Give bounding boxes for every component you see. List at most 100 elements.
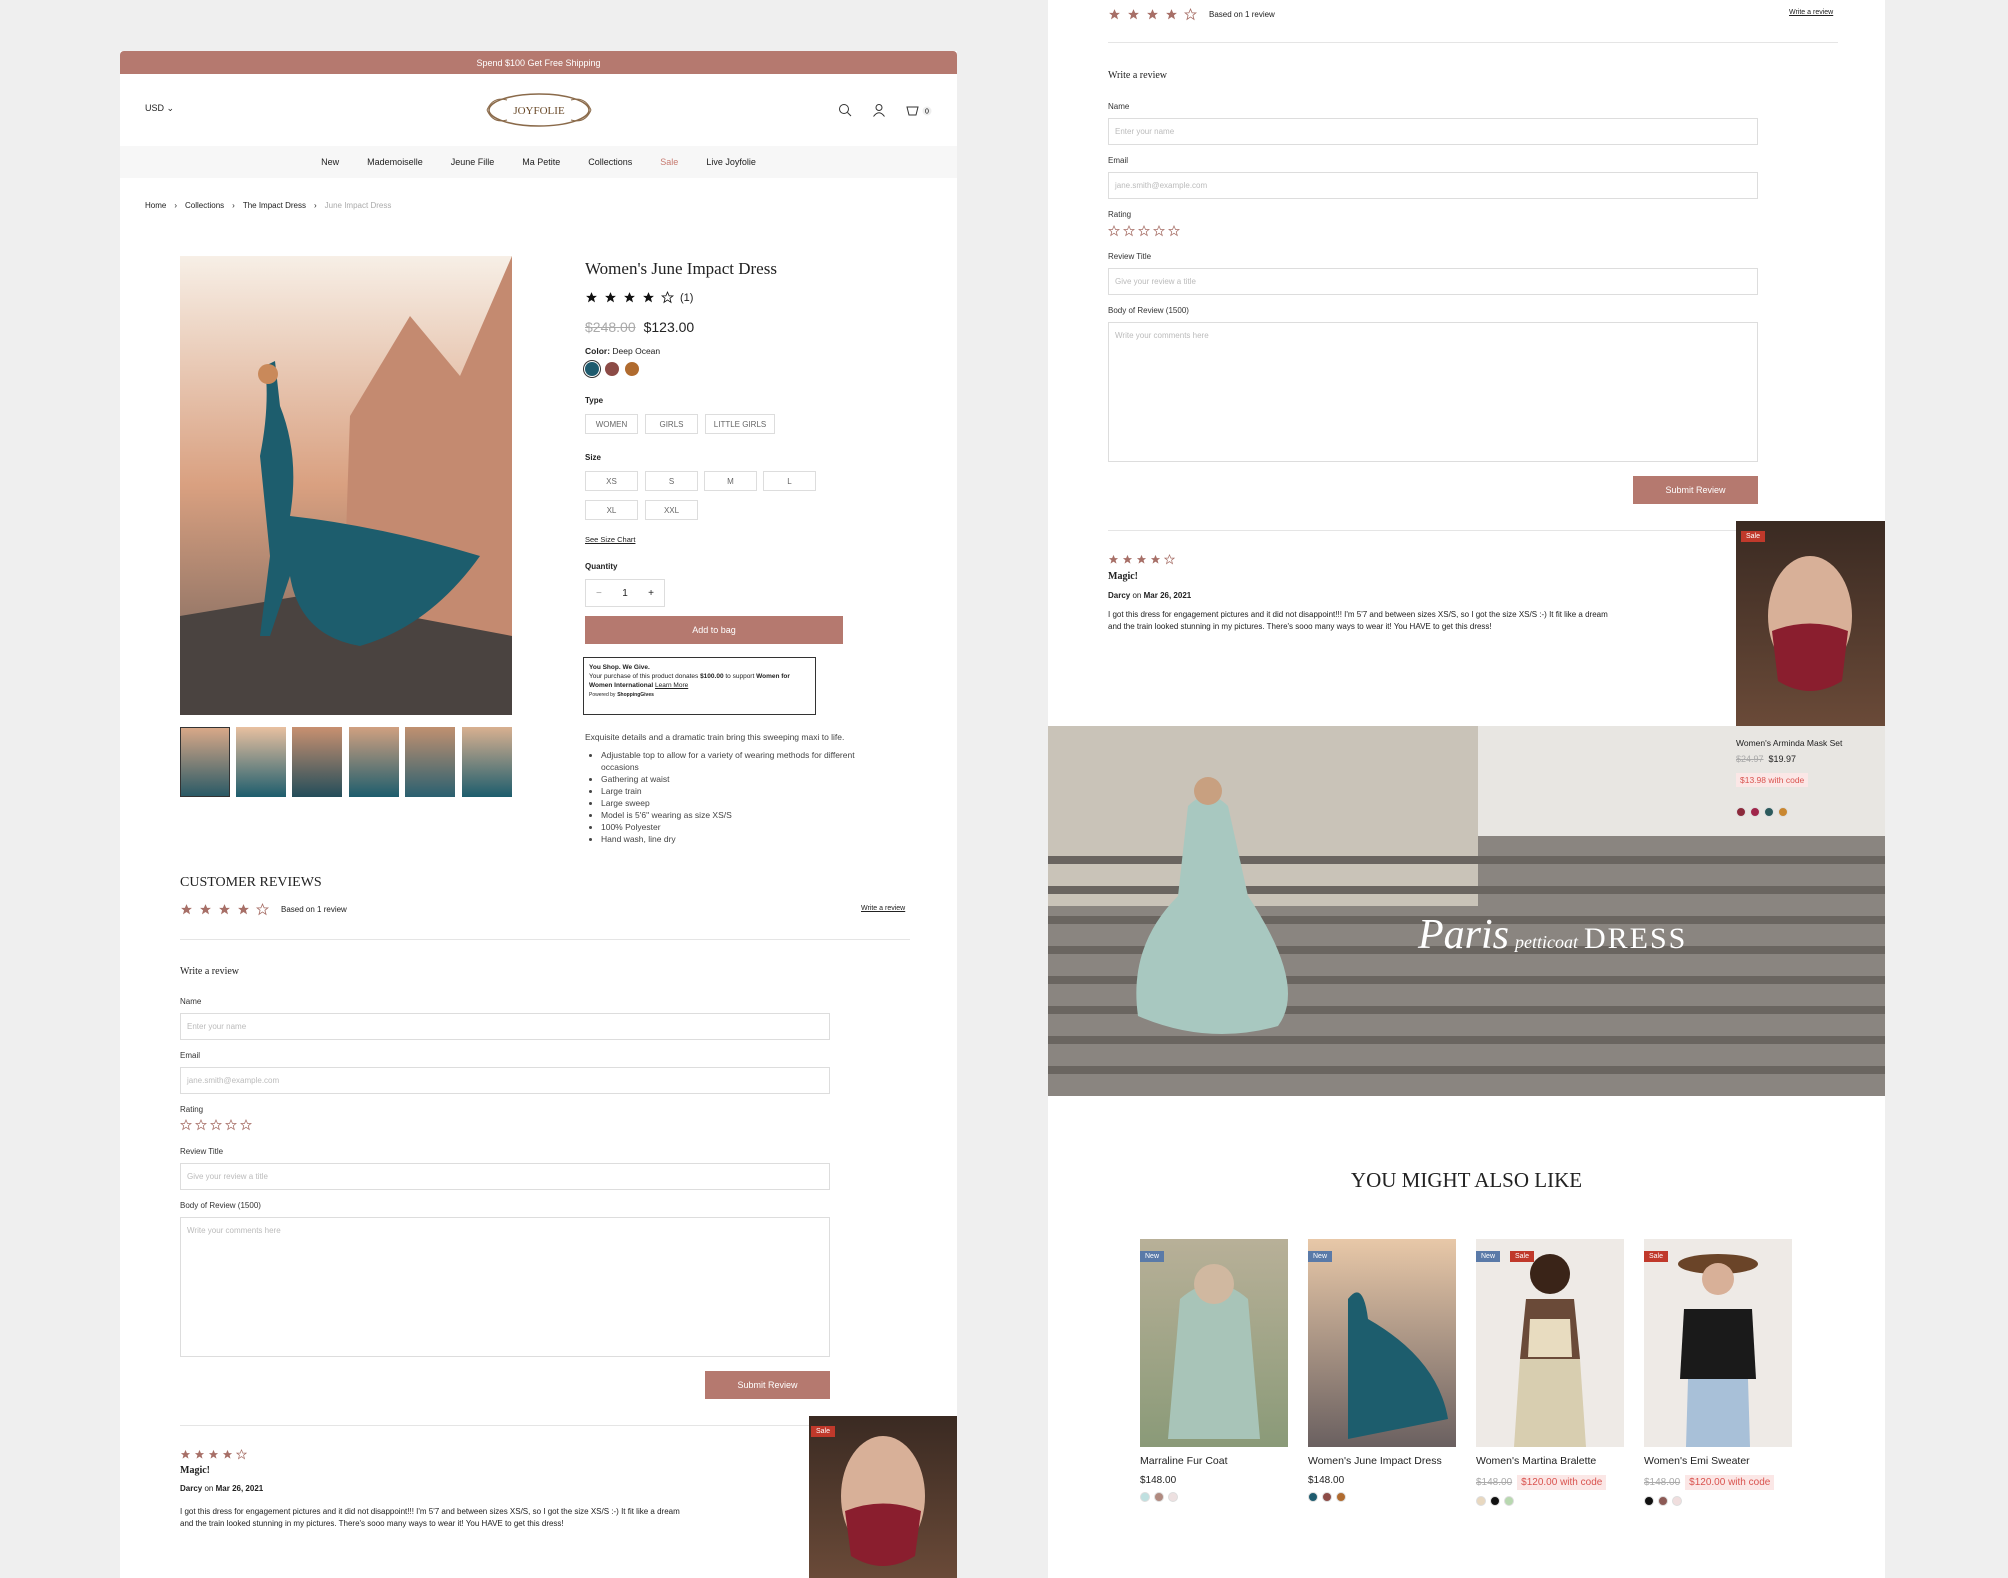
star-empty-icon[interactable] xyxy=(194,1118,208,1131)
name-field[interactable]: Enter your name xyxy=(180,1013,830,1040)
cart-icon[interactable]: 0 xyxy=(906,103,932,117)
color-swatch[interactable] xyxy=(1336,1492,1346,1502)
mask-product-card[interactable]: Sale xyxy=(1736,521,1885,726)
color-swatch[interactable] xyxy=(1504,1496,1514,1506)
minus-icon[interactable]: − xyxy=(596,588,602,599)
thumbnail[interactable] xyxy=(180,727,230,797)
email-field[interactable]: jane.smith@example.com xyxy=(180,1067,830,1094)
color-swatch[interactable] xyxy=(1658,1496,1668,1506)
learn-more-link[interactable]: Learn More xyxy=(655,682,688,689)
size-xxl-button[interactable]: XXL xyxy=(645,500,698,520)
logo[interactable]: JOYFOLIE xyxy=(483,90,595,130)
product-image[interactable]: New Sale xyxy=(1476,1239,1624,1447)
write-review-link[interactable]: Write a review xyxy=(1789,9,1833,16)
mask-product-image[interactable]: Sale xyxy=(1736,521,1885,726)
color-swatch[interactable] xyxy=(1764,807,1774,817)
color-swatch[interactable] xyxy=(1672,1496,1682,1506)
nav-jeune-fille[interactable]: Jeune Fille xyxy=(451,157,495,167)
star-empty-icon[interactable] xyxy=(224,1118,238,1131)
nav-mademoiselle[interactable]: Mademoiselle xyxy=(367,157,423,167)
type-girls-button[interactable]: GIRLS xyxy=(645,414,698,434)
star-filled-icon xyxy=(604,291,617,304)
quantity-value[interactable]: 1 xyxy=(622,588,628,599)
type-women-button[interactable]: WOMEN xyxy=(585,414,638,434)
color-swatch[interactable] xyxy=(1644,1496,1654,1506)
product-main-image[interactable] xyxy=(180,256,512,715)
product-card[interactable]: New Women's June Impact Dress $148.00 xyxy=(1308,1239,1456,1502)
product-image[interactable]: New xyxy=(1308,1239,1456,1447)
nav-sale[interactable]: Sale xyxy=(660,157,678,167)
star-empty-icon[interactable] xyxy=(179,1118,193,1131)
mask-product-popup-image[interactable]: Sale xyxy=(809,1416,957,1578)
star-empty-icon[interactable] xyxy=(1152,224,1166,237)
color-swatch[interactable] xyxy=(1476,1496,1486,1506)
product-rating[interactable]: (1) xyxy=(585,291,693,304)
review-body-field[interactable]: Write your comments here xyxy=(180,1217,830,1357)
star-empty-icon[interactable] xyxy=(209,1118,223,1131)
name-field[interactable]: Enter your name xyxy=(1108,118,1758,145)
product-name[interactable]: Marraline Fur Coat xyxy=(1140,1455,1288,1467)
thumbnail[interactable] xyxy=(349,727,399,797)
email-field[interactable]: jane.smith@example.com xyxy=(1108,172,1758,199)
color-swatch[interactable] xyxy=(625,362,639,376)
color-swatch[interactable] xyxy=(1154,1492,1164,1502)
product-image[interactable]: Sale xyxy=(1644,1239,1792,1447)
crumb-collections[interactable]: Collections xyxy=(185,201,224,210)
size-xs-button[interactable]: XS xyxy=(585,471,638,491)
banner-title: Paris petticoat DRESS xyxy=(1418,911,1687,959)
color-swatch-deep-ocean[interactable] xyxy=(585,362,599,376)
product-card[interactable]: New Sale Women's Martina Bralette $148.00… xyxy=(1476,1239,1624,1506)
size-l-button[interactable]: L xyxy=(763,471,816,491)
product-card[interactable]: New Marraline Fur Coat $148.00 xyxy=(1140,1239,1288,1502)
color-swatch[interactable] xyxy=(1308,1492,1318,1502)
review-body-field[interactable]: Write your comments here xyxy=(1108,322,1758,462)
crumb-impact-dress[interactable]: The Impact Dress xyxy=(243,201,306,210)
mask-product-name[interactable]: Women's Arminda Mask Set xyxy=(1736,738,1842,748)
color-swatch[interactable] xyxy=(1140,1492,1150,1502)
size-m-button[interactable]: M xyxy=(704,471,757,491)
thumbnail[interactable] xyxy=(462,727,512,797)
thumbnail[interactable] xyxy=(292,727,342,797)
nav-live-joyfolie[interactable]: Live Joyfolie xyxy=(706,157,756,167)
star-empty-icon[interactable] xyxy=(1107,224,1121,237)
star-empty-icon[interactable] xyxy=(1167,224,1181,237)
color-swatch[interactable] xyxy=(1490,1496,1500,1506)
submit-review-button[interactable]: Submit Review xyxy=(705,1371,830,1399)
product-card[interactable]: Sale Women's Emi Sweater $148.00 $120.00 … xyxy=(1644,1239,1792,1506)
color-swatch[interactable] xyxy=(1778,807,1788,817)
color-swatch[interactable] xyxy=(1736,807,1746,817)
currency-selector[interactable]: USD ⌄ xyxy=(145,103,174,114)
product-name[interactable]: Women's Emi Sweater xyxy=(1644,1455,1792,1467)
crumb-home[interactable]: Home xyxy=(145,201,166,210)
color-swatch[interactable] xyxy=(605,362,619,376)
color-swatch[interactable] xyxy=(1168,1492,1178,1502)
product-image[interactable]: New xyxy=(1140,1239,1288,1447)
plus-icon[interactable]: + xyxy=(648,588,654,599)
thumbnail[interactable] xyxy=(236,727,286,797)
submit-review-button[interactable]: Submit Review xyxy=(1633,476,1758,504)
account-icon[interactable] xyxy=(872,103,886,117)
star-empty-icon[interactable] xyxy=(239,1118,253,1131)
nav-new[interactable]: New xyxy=(321,157,339,167)
color-swatch[interactable] xyxy=(1322,1492,1332,1502)
size-s-button[interactable]: S xyxy=(645,471,698,491)
type-little-girls-button[interactable]: LITTLE GIRLS xyxy=(705,414,775,434)
add-to-bag-button[interactable]: Add to bag xyxy=(585,616,843,644)
product-name[interactable]: Women's June Impact Dress xyxy=(1308,1455,1456,1467)
color-swatch[interactable] xyxy=(1750,807,1760,817)
size-xl-button[interactable]: XL xyxy=(585,500,638,520)
nav-ma-petite[interactable]: Ma Petite xyxy=(522,157,560,167)
review-title-field[interactable]: Give your review a title xyxy=(180,1163,830,1190)
star-empty-icon[interactable] xyxy=(1137,224,1151,237)
star-empty-icon[interactable] xyxy=(1122,224,1136,237)
thumbnail[interactable] xyxy=(405,727,455,797)
star-empty-icon xyxy=(255,903,270,916)
search-icon[interactable] xyxy=(838,103,852,117)
review-title-field[interactable]: Give your review a title xyxy=(1108,268,1758,295)
quantity-label: Quantity xyxy=(585,562,618,571)
size-chart-link[interactable]: See Size Chart xyxy=(585,535,635,544)
write-review-link[interactable]: Write a review xyxy=(861,905,905,912)
product-name[interactable]: Women's Martina Bralette xyxy=(1476,1455,1624,1467)
nav-collections[interactable]: Collections xyxy=(588,157,632,167)
review-meta-on: on xyxy=(204,1484,214,1493)
